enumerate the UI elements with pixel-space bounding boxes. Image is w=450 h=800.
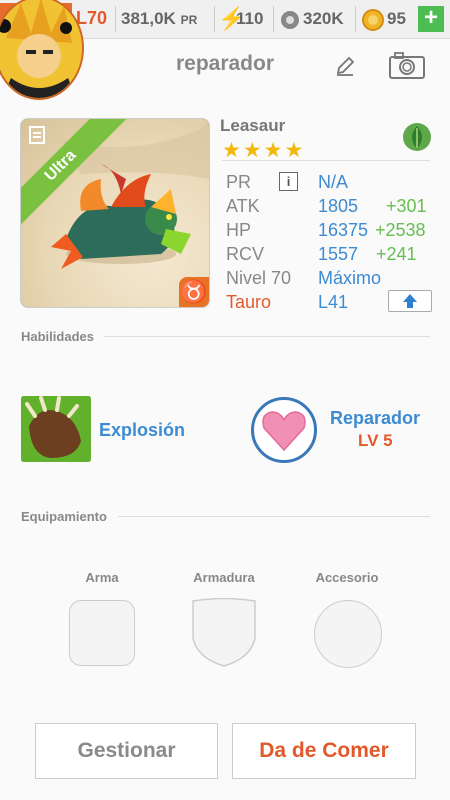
ability-icon[interactable] <box>251 397 317 463</box>
stat-bonus-rcv: +241 <box>376 244 417 264</box>
slot-label-armor: Armadura <box>193 570 255 585</box>
divider <box>104 336 430 337</box>
divider <box>273 6 274 32</box>
slot-label-accessory: Accesorio <box>315 570 379 585</box>
add-gold-button[interactable]: + <box>418 6 444 32</box>
power-unit: PR <box>180 13 198 27</box>
divider <box>355 6 356 32</box>
ability-name[interactable]: Reparador <box>330 408 420 429</box>
upgrade-button[interactable] <box>388 290 432 312</box>
weapon-slot[interactable] <box>69 600 135 666</box>
monster-card[interactable]: Ultra ♉ <box>20 118 210 308</box>
stat-bonus-atk: +301 <box>386 196 427 216</box>
page-title: reparador <box>175 52 275 75</box>
arrow-up-icon <box>403 294 417 308</box>
food-icon <box>281 11 299 29</box>
stat-label-zodiac: Tauro <box>226 292 272 312</box>
feed-button[interactable]: Da de Comer <box>232 723 416 779</box>
stat-value-pr: N/A <box>318 172 349 192</box>
stat-label-rcv: RCV <box>226 244 265 264</box>
gold-value: 95 <box>387 9 406 28</box>
monster-name: Leasaur <box>220 116 286 135</box>
stamina-value: 110 <box>236 9 264 28</box>
abilities-heading: Habilidades <box>21 329 94 344</box>
equipment-heading: Equipamiento <box>21 509 107 524</box>
camera-icon[interactable] <box>389 51 425 79</box>
skill-icon[interactable] <box>21 396 91 462</box>
power-value: 381,0K PR <box>121 9 198 28</box>
player-avatar[interactable] <box>0 0 84 100</box>
armor-slot[interactable] <box>191 598 257 668</box>
stat-label-level: Nivel 70 <box>226 268 292 288</box>
stat-value-zodiac-level: L41 <box>318 292 349 312</box>
stat-value-hp: 16375 <box>318 220 369 240</box>
stat-label-pr: PR <box>226 172 252 192</box>
gold-coin-icon <box>362 9 384 31</box>
stat-value-level: Máximo <box>318 268 382 288</box>
manage-button[interactable]: Gestionar <box>35 723 218 779</box>
claw-icon <box>21 396 91 462</box>
accessory-slot[interactable] <box>314 600 382 668</box>
document-icon <box>29 126 45 144</box>
divider <box>115 6 116 32</box>
stat-value-atk: 1805 <box>318 196 359 216</box>
skill-name[interactable]: Explosión <box>99 420 185 441</box>
player-level: L70 <box>76 8 108 28</box>
stat-label-hp: HP <box>226 220 252 240</box>
avatar-portrait-icon <box>0 0 82 98</box>
nature-leaf-icon <box>403 123 431 151</box>
info-icon[interactable]: i <box>279 172 298 191</box>
stat-value-rcv: 1557 <box>318 244 359 264</box>
divider <box>222 160 430 161</box>
food-value: 320K <box>303 9 344 28</box>
divider <box>214 6 215 32</box>
ability-level: LV 5 <box>358 431 393 450</box>
divider <box>118 516 430 517</box>
stat-label-atk: ATK <box>226 196 260 216</box>
stat-bonus-hp: +2538 <box>375 220 426 240</box>
pencil-icon[interactable] <box>334 55 356 77</box>
zodiac-badge-icon: ♉ <box>179 277 209 307</box>
heart-icon <box>262 411 306 452</box>
slot-label-weapon: Arma <box>85 570 119 585</box>
